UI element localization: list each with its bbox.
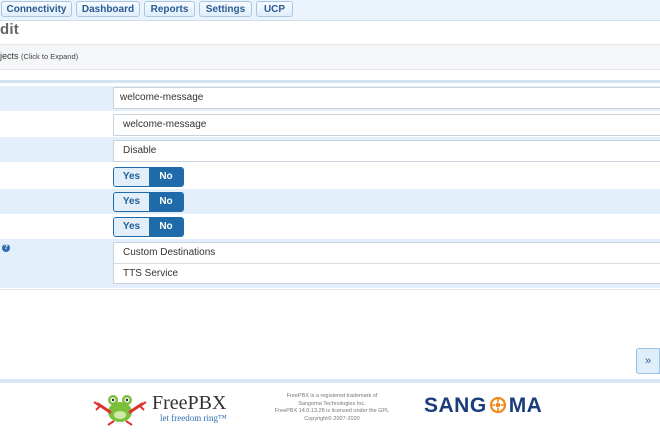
page-title: dit [0, 21, 19, 38]
toggle-yes[interactable]: Yes [114, 193, 149, 211]
destination-select[interactable]: Custom Destinations TTS Service [113, 242, 660, 284]
legal-line: FreePBX is a registered trademark of [286, 393, 378, 399]
toggle-yes[interactable]: Yes [114, 218, 149, 236]
tab-ucp[interactable]: UCP [256, 1, 293, 17]
description-input[interactable]: welcome-message [113, 114, 660, 136]
form-row-6: Yes No [0, 214, 660, 239]
freepbx-frog-logo-icon [93, 395, 147, 426]
toggle-no[interactable]: No [148, 193, 183, 211]
legal-line: FreePBX 14.0.13.28 is licensed under the… [274, 408, 390, 414]
section-header-label: jects (Click to Expand) [0, 51, 78, 61]
section-title: jects [0, 51, 19, 61]
sangoma-flower-icon [489, 396, 506, 414]
yes-no-toggle-3[interactable]: Yes No [113, 217, 184, 237]
form-row-4: Yes No [0, 162, 660, 189]
sangoma-logo-text-end: MA [508, 394, 543, 417]
legal-line: Copyright© 2007-2020 [304, 415, 360, 422]
freepbx-tagline: let freedom ring™ [160, 413, 227, 423]
tab-connectivity[interactable]: Connectivity [1, 1, 72, 17]
sangoma-logo: SANG MA [424, 394, 542, 418]
tab-reports[interactable]: Reports [144, 1, 195, 17]
tab-dashboard[interactable]: Dashboard [76, 1, 140, 17]
form-row-5: Yes No [0, 189, 660, 214]
tab-settings[interactable]: Settings [199, 1, 252, 17]
section-divider [0, 80, 660, 83]
destination-target[interactable]: TTS Service [114, 263, 660, 284]
forward-button[interactable]: » [636, 348, 660, 374]
destination-category[interactable]: Custom Destinations [114, 243, 660, 263]
toggle-no[interactable]: No [148, 218, 183, 236]
yes-no-toggle-1[interactable]: Yes No [113, 167, 184, 187]
yes-no-toggle-2[interactable]: Yes No [113, 192, 184, 212]
section-header[interactable]: jects (Click to Expand) [0, 44, 660, 70]
sangoma-logo-text-start: SANG [424, 394, 487, 417]
legal-notice: FreePBX is a registered trademark of San… [262, 393, 402, 423]
form-row-2: welcome-message [0, 111, 660, 137]
top-navigation-bar: Connectivity Dashboard Reports Settings … [0, 0, 660, 21]
section-hint: (Click to Expand) [21, 52, 79, 61]
disable-select[interactable]: Disable [113, 140, 660, 162]
toggle-no[interactable]: No [148, 168, 183, 186]
legal-line: Sangoma Technologies Inc. [298, 400, 366, 407]
freepbx-brand: FreePBX [152, 392, 227, 414]
form-row-1: welcome-message [0, 86, 660, 111]
form-end-divider [0, 289, 660, 290]
toggle-yes[interactable]: Yes [114, 168, 149, 186]
name-input[interactable]: welcome-message [113, 87, 660, 109]
form-row-3: Disable [0, 137, 660, 162]
help-icon[interactable]: ? [2, 244, 10, 252]
